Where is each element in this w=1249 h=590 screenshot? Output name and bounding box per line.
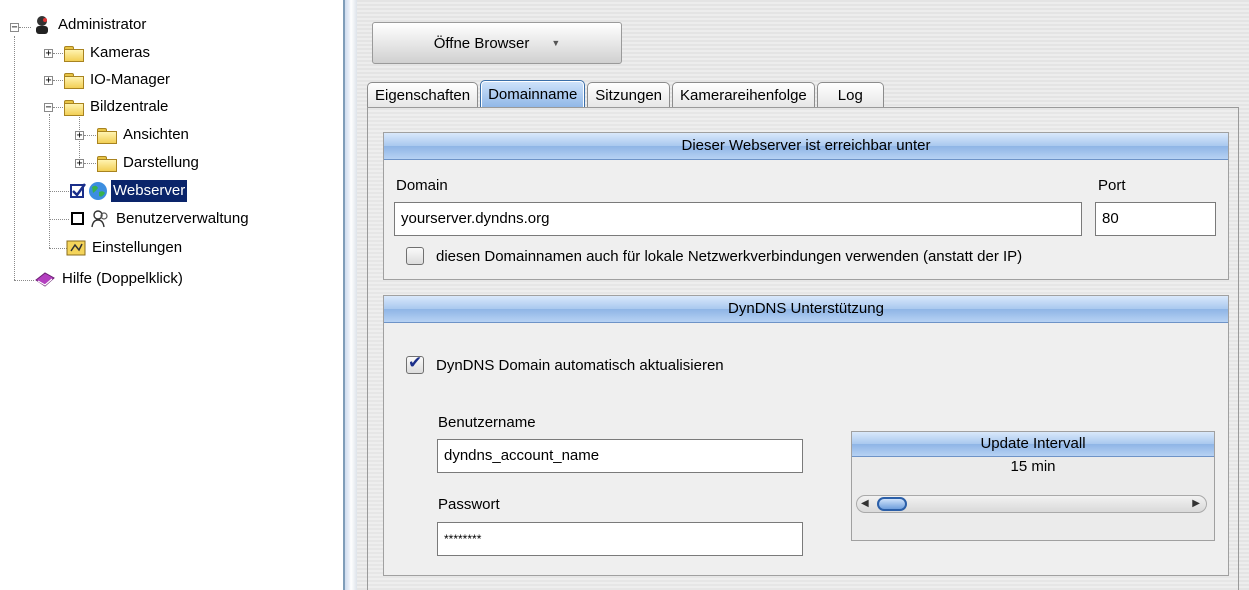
navigation-tree: − + + − + + Administrator Kameras IO-Man… xyxy=(0,0,343,590)
tree-connector xyxy=(14,280,34,281)
settings-icon xyxy=(66,240,86,256)
slider-left-arrow-icon[interactable]: ◀ xyxy=(861,498,869,509)
tree-connector xyxy=(49,248,67,249)
admin-icon xyxy=(36,16,48,34)
tree-item-label: Benutzerverwaltung xyxy=(116,210,249,227)
tree-item-kameras[interactable]: Kameras xyxy=(64,42,152,64)
tree-connector xyxy=(53,53,63,54)
tab-content: Dieser Webserver ist erreichbar unter Do… xyxy=(367,107,1239,590)
tree-connector xyxy=(49,219,69,220)
open-folder-icon xyxy=(64,99,84,116)
tab-bar: Eigenschaften Domainname Sitzungen Kamer… xyxy=(367,78,886,108)
tree-item-label: Einstellungen xyxy=(92,239,183,256)
password-input[interactable]: ******** xyxy=(437,522,803,556)
tree-item-hilfe[interactable]: Hilfe (Doppelklick) xyxy=(34,268,185,290)
tree-item-administrator[interactable]: Administrator xyxy=(33,14,148,36)
username-label: Benutzername xyxy=(438,414,536,431)
tab-sitzungen[interactable]: Sitzungen xyxy=(587,82,671,108)
expand-toggle[interactable]: + xyxy=(75,159,84,169)
folder-icon xyxy=(97,155,117,172)
tab-eigenschaften[interactable]: Eigenschaften xyxy=(367,82,479,108)
domain-input[interactable]: yourserver.dyndns.org xyxy=(394,202,1082,236)
dyndns-group: DynDNS Unterstützung DynDNS Domain autom… xyxy=(383,295,1229,576)
dyndns-auto-update-checkbox[interactable] xyxy=(406,353,424,374)
tree-item-io-manager[interactable]: IO-Manager xyxy=(64,69,172,91)
tree-connector xyxy=(53,80,63,81)
content-panel: Öffne Browser ▼ Eigenschaften Domainname… xyxy=(357,0,1249,590)
folder-icon xyxy=(64,72,84,89)
users-icon xyxy=(91,210,108,228)
tree-connector xyxy=(49,191,69,192)
tree-item-darstellung[interactable]: Darstellung xyxy=(97,152,201,174)
dyndns-auto-update-label: DynDNS Domain automatisch aktualisieren xyxy=(436,357,724,374)
webserver-group: Dieser Webserver ist erreichbar unter Do… xyxy=(383,132,1229,280)
update-interval-value: 15 min xyxy=(1010,458,1056,475)
tree-item-label: Webserver xyxy=(111,180,188,202)
tree-item-ansichten[interactable]: Ansichten xyxy=(97,124,191,146)
folder-icon xyxy=(64,45,84,62)
tree-connector xyxy=(19,27,31,28)
port-label: Port xyxy=(1098,177,1126,194)
username-input[interactable]: dyndns_account_name xyxy=(437,439,803,473)
tree-item-label: Bildzentrale xyxy=(90,98,169,115)
slider-thumb[interactable] xyxy=(877,497,907,511)
tree-connector xyxy=(84,135,96,136)
dyndns-group-header: DynDNS Unterstützung xyxy=(384,296,1228,323)
tree-item-label: Hilfe (Doppelklick) xyxy=(62,270,183,287)
tab-log[interactable]: Log xyxy=(816,82,884,108)
splitter[interactable] xyxy=(343,0,357,590)
expand-toggle[interactable]: + xyxy=(75,131,84,141)
folder-icon xyxy=(97,127,117,144)
tree-connector xyxy=(84,163,96,164)
tree-item-label: Ansichten xyxy=(123,126,189,143)
slider-right-arrow-icon[interactable]: ▶ xyxy=(1192,498,1200,509)
update-interval-slider[interactable]: ◀ ▶ xyxy=(856,495,1207,513)
tab-kamerareihenfolge[interactable]: Kamerareihenfolge xyxy=(672,82,815,108)
tree-connector xyxy=(49,114,50,248)
tab-domainname[interactable]: Domainname xyxy=(480,80,586,108)
open-browser-label: Öffne Browser xyxy=(433,34,530,52)
tree-item-label: Kameras xyxy=(90,44,151,61)
collapse-toggle[interactable]: − xyxy=(10,23,19,33)
password-label: Passwort xyxy=(438,496,500,513)
tree-item-label: Administrator xyxy=(58,16,147,33)
help-book-icon xyxy=(35,272,55,287)
open-browser-button[interactable]: Öffne Browser ▼ xyxy=(372,22,622,64)
globe-icon xyxy=(89,182,107,200)
tree-connector xyxy=(14,36,15,280)
local-network-checkbox-label: diesen Domainnamen auch für lokale Netzw… xyxy=(436,248,1023,265)
collapse-toggle[interactable]: − xyxy=(44,103,53,113)
tree-item-einstellungen[interactable]: Einstellungen xyxy=(66,237,184,259)
chevron-down-icon: ▼ xyxy=(551,38,561,48)
update-interval-header: Update Intervall xyxy=(852,432,1214,457)
expand-toggle[interactable]: + xyxy=(44,76,53,86)
checkbox-checked-icon xyxy=(70,183,86,198)
port-input[interactable]: 80 xyxy=(1095,202,1216,236)
tree-item-webserver[interactable]: Webserver xyxy=(70,180,188,202)
checkbox-unchecked-icon xyxy=(71,212,84,225)
tree-item-label: Darstellung xyxy=(123,154,199,171)
local-network-checkbox[interactable] xyxy=(406,247,424,265)
tree-item-label: IO-Manager xyxy=(90,71,171,88)
tree-item-bildzentrale[interactable]: Bildzentrale xyxy=(64,96,170,118)
webserver-group-header: Dieser Webserver ist erreichbar unter xyxy=(384,133,1228,160)
domain-label: Domain xyxy=(396,177,448,194)
expand-toggle[interactable]: + xyxy=(44,49,53,59)
update-interval-box: Update Intervall 15 min ◀ ▶ xyxy=(851,431,1215,541)
tree-item-benutzerverwaltung[interactable]: Benutzerverwaltung xyxy=(70,208,251,230)
tree-connector xyxy=(53,107,63,108)
